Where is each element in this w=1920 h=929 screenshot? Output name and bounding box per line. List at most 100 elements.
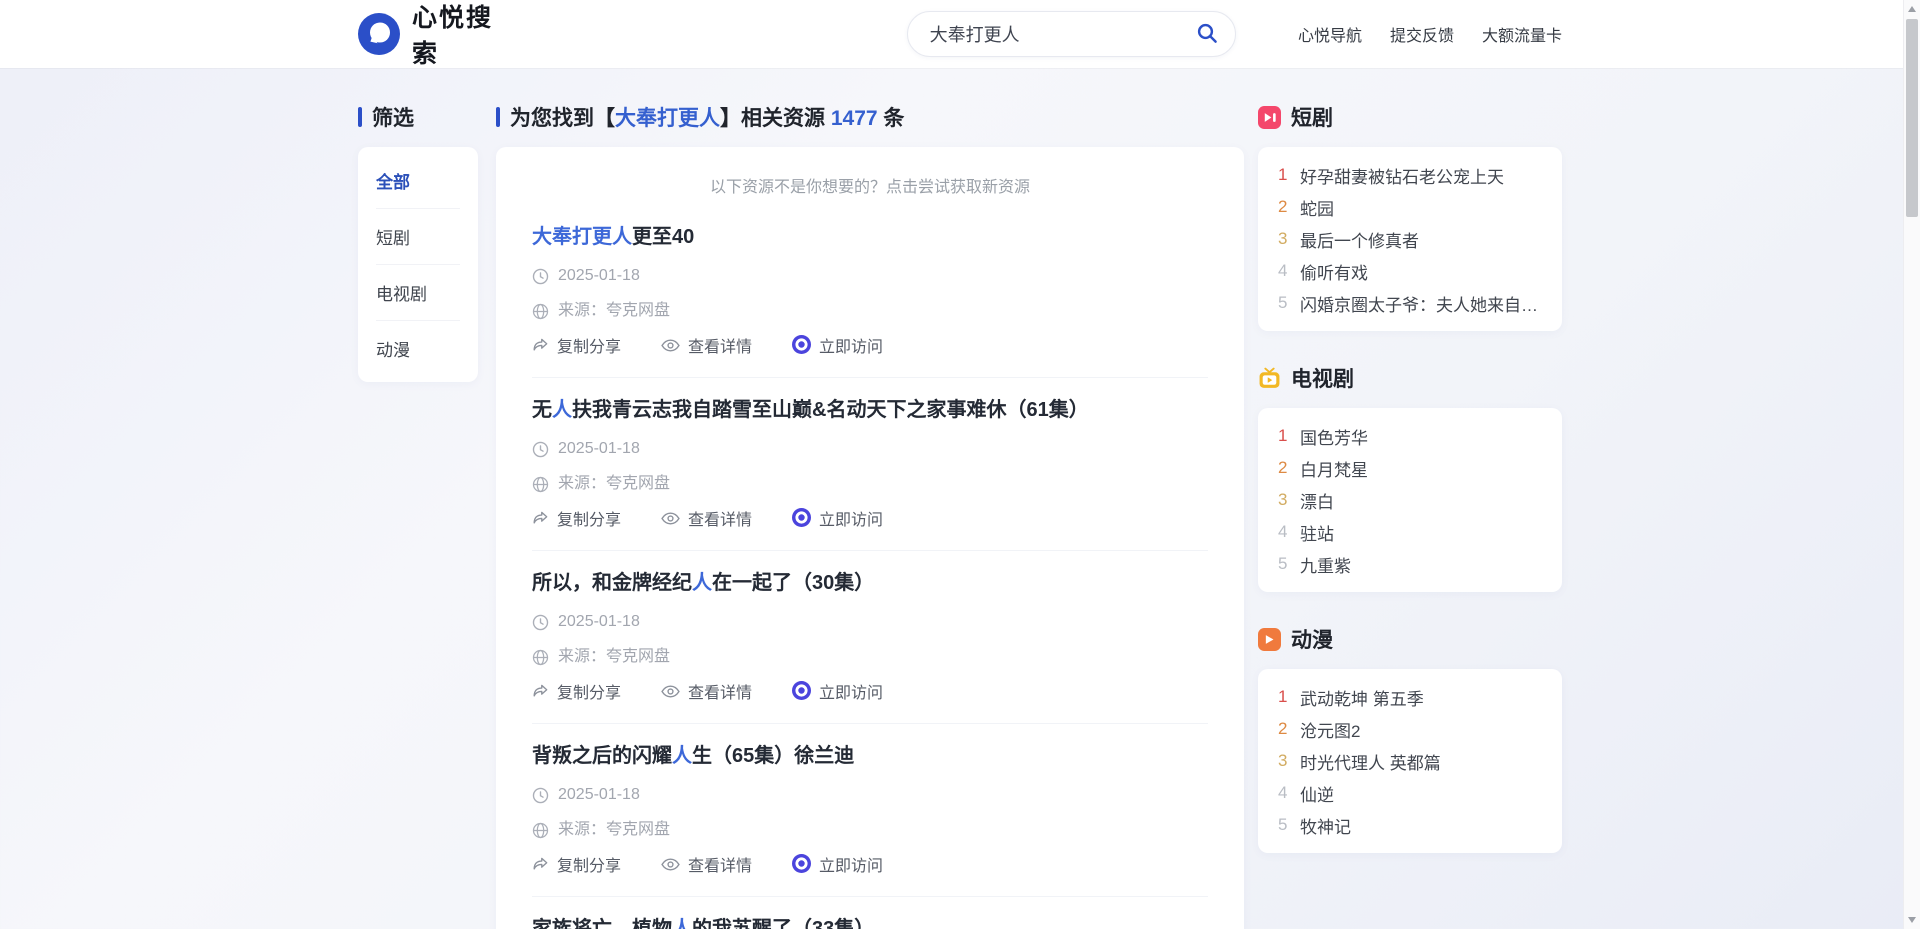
view-detail-button-label: 查看详情 xyxy=(688,512,753,529)
view-detail-button[interactable]: 查看详情 xyxy=(661,683,752,705)
quark-icon xyxy=(792,681,812,707)
rank-number: 5 xyxy=(1278,554,1288,573)
rank-card: 1 武动乾坤 第五季 2 沧元图2 3 时光代理人 英都篇 4 仙逆 5 牧神记 xyxy=(1258,669,1562,853)
scrollbar-down-arrow[interactable] xyxy=(1908,917,1916,923)
rank-item[interactable]: 1 国色芳华 xyxy=(1278,420,1542,452)
globe-icon xyxy=(532,303,549,320)
visit-now-button-label: 立即访问 xyxy=(819,685,884,702)
visit-now-button[interactable]: 立即访问 xyxy=(792,681,883,707)
result-title-link[interactable]: 所以，和金牌经纪人在一起了（30集） xyxy=(532,569,1208,597)
result-title-link[interactable]: 大奉打更人更至40 xyxy=(532,223,1208,251)
view-detail-button-label: 查看详情 xyxy=(688,858,753,875)
rank-section-title: 电视剧 xyxy=(1291,368,1354,391)
quark-icon xyxy=(792,508,812,534)
filter-item[interactable]: 电视剧 xyxy=(376,264,460,320)
rank-label: 武动乾坤 第五季 xyxy=(1300,689,1424,709)
globe-icon xyxy=(532,476,549,493)
filter-sidebar: 筛选 全部 短剧 电视剧 动漫 xyxy=(358,104,478,929)
filter-item[interactable]: 动漫 xyxy=(376,320,460,376)
scrollbar-track[interactable] xyxy=(1903,0,1920,929)
brand-logo[interactable]: 心悦搜索 xyxy=(358,0,507,70)
rank-label: 最后一个修真者 xyxy=(1300,231,1419,251)
view-detail-button[interactable]: 查看详情 xyxy=(661,510,752,532)
scrollbar-up-arrow[interactable] xyxy=(1908,6,1916,12)
rank-label: 时光代理人 英都篇 xyxy=(1300,753,1441,773)
rank-item[interactable]: 1 武动乾坤 第五季 xyxy=(1278,681,1542,713)
rank-item[interactable]: 3 最后一个修真者 xyxy=(1278,223,1542,255)
rank-section-title: 短剧 xyxy=(1291,107,1333,130)
rank-item[interactable]: 2 白月梵星 xyxy=(1278,452,1542,484)
result-title-link[interactable]: 背叛之后的闪耀人生（65集）徐兰迪 xyxy=(532,742,1208,770)
clock-icon xyxy=(532,268,549,285)
brand-name: 心悦搜索 xyxy=(412,4,494,68)
top-nav: 心悦导航 提交反馈 大额流量卡 xyxy=(1298,22,1562,46)
view-detail-button[interactable]: 查看详情 xyxy=(661,856,752,878)
result-date: 2025-01-18 xyxy=(532,265,1208,287)
result-source: 来源：夸克网盘 xyxy=(532,646,1208,668)
nav-link-3[interactable]: 大额流量卡 xyxy=(1482,22,1562,46)
rank-number: 3 xyxy=(1278,490,1288,509)
rank-number: 1 xyxy=(1278,165,1288,184)
rank-section-header: 短剧 xyxy=(1258,104,1562,130)
filter-title: 筛选 xyxy=(372,107,414,130)
rank-item[interactable]: 5 牧神记 xyxy=(1278,809,1542,841)
result-source-text: 来源：夸克网盘 xyxy=(558,475,671,492)
copy-share-button[interactable]: 复制分享 xyxy=(532,336,621,360)
rank-item[interactable]: 4 驻站 xyxy=(1278,516,1542,548)
rank-label: 白月梵星 xyxy=(1300,460,1368,480)
visit-now-button[interactable]: 立即访问 xyxy=(792,508,883,534)
rank-item[interactable]: 3 漂白 xyxy=(1278,484,1542,516)
rank-label: 好孕甜妻被钻石老公宠上天 xyxy=(1300,167,1504,187)
search-button[interactable] xyxy=(1189,15,1225,54)
rank-item[interactable]: 2 蛇园 xyxy=(1278,191,1542,223)
search-input[interactable] xyxy=(929,23,1189,45)
nav-link-2[interactable]: 提交反馈 xyxy=(1390,22,1454,46)
view-detail-button[interactable]: 查看详情 xyxy=(661,337,752,359)
search-box xyxy=(906,11,1236,57)
result-date: 2025-01-18 xyxy=(532,438,1208,460)
result-actions: 复制分享 查看详情 立即访问 xyxy=(532,854,1208,880)
result-title-link[interactable]: 无人扶我青云志我自踏雪至山巅&名动天下之家事难休（61集） xyxy=(532,396,1208,424)
rank-item[interactable]: 5 闪婚京圈太子爷：夫人她来自农村 xyxy=(1278,287,1542,319)
main-content: 筛选 全部 短剧 电视剧 动漫 为您找到【大奉打更人】相关资源 1477 条 以下资源… xyxy=(358,104,1562,929)
view-detail-button-label: 查看详情 xyxy=(688,339,753,356)
rank-label: 驻站 xyxy=(1300,524,1334,544)
rank-item[interactable]: 4 偷听有戏 xyxy=(1278,255,1542,287)
nav-link-1[interactable]: 心悦导航 xyxy=(1298,22,1362,46)
rank-number: 2 xyxy=(1278,197,1288,216)
rank-item[interactable]: 2 沧元图2 xyxy=(1278,713,1542,745)
visit-now-button[interactable]: 立即访问 xyxy=(792,335,883,361)
rank-section-header: 电视剧 xyxy=(1258,365,1562,391)
rank-label: 闪婚京圈太子爷：夫人她来自农村 xyxy=(1300,295,1542,315)
filter-item[interactable]: 短剧 xyxy=(376,208,460,264)
summary-count: 1477 xyxy=(830,107,878,130)
brand-logo-icon xyxy=(358,13,400,55)
rank-label: 仙逆 xyxy=(1300,785,1334,805)
copy-share-button[interactable]: 复制分享 xyxy=(532,855,621,879)
result-date: 2025-01-18 xyxy=(532,611,1208,633)
rank-item[interactable]: 5 九重紫 xyxy=(1278,548,1542,580)
share-icon xyxy=(532,336,549,360)
filter-item[interactable]: 全部 xyxy=(376,153,460,208)
visit-now-button[interactable]: 立即访问 xyxy=(792,854,883,880)
rank-item[interactable]: 1 好孕甜妻被钻石老公宠上天 xyxy=(1278,159,1542,191)
rank-item[interactable]: 4 仙逆 xyxy=(1278,777,1542,809)
scrollbar-thumb[interactable] xyxy=(1906,19,1918,217)
result-item: 所以，和金牌经纪人在一起了（30集） 2025-01-18 来源：夸克网盘 复制分享 查… xyxy=(532,551,1208,724)
result-date-text: 2025-01-18 xyxy=(558,613,640,630)
result-date-text: 2025-01-18 xyxy=(558,267,640,284)
result-title-link[interactable]: 家族将亡，植物人的我苏醒了（33集） xyxy=(532,915,1208,929)
rank-number: 4 xyxy=(1278,261,1288,280)
quark-icon xyxy=(792,335,812,361)
clock-icon xyxy=(532,787,549,804)
rank-number: 2 xyxy=(1278,719,1288,738)
refresh-notice[interactable]: 以下资源不是你想要的？点击尝试获取新资源 xyxy=(532,173,1208,197)
filter-card: 全部 短剧 电视剧 动漫 xyxy=(358,147,478,382)
rank-number: 3 xyxy=(1278,229,1288,248)
results-summary: 为您找到【大奉打更人】相关资源 1477 条 xyxy=(496,104,1244,130)
copy-share-button[interactable]: 复制分享 xyxy=(532,509,621,533)
rank-label: 国色芳华 xyxy=(1300,428,1368,448)
rank-item[interactable]: 3 时光代理人 英都篇 xyxy=(1278,745,1542,777)
clock-icon xyxy=(532,441,549,458)
copy-share-button[interactable]: 复制分享 xyxy=(532,682,621,706)
